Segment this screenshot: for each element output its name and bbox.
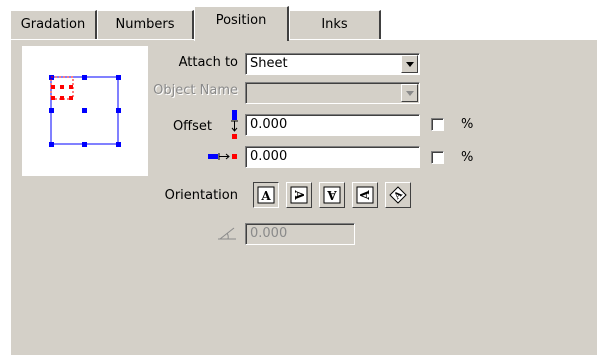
orientation-upside-down-button[interactable]: A [319,182,345,208]
offset-horizontal-percent-checkbox[interactable] [431,151,444,164]
position-preview[interactable] [22,46,148,176]
svg-text:A: A [292,189,306,200]
vertical-offset-icon [231,110,238,139]
tab-label: Numbers [115,17,175,32]
offset-vertical-percent-checkbox[interactable] [431,118,444,131]
orientation-normal-icon: A [257,186,275,204]
offset-label: Offset [172,119,212,134]
orientation-rotate-right-icon: A [290,186,308,204]
tab-numbers[interactable]: Numbers [97,10,194,39]
offset-horizontal-value: 0.000 [250,149,288,164]
chevron-down-icon[interactable] [401,84,418,102]
orientation-rotate-left-button[interactable]: A [352,182,378,208]
object-name-label: Object Name [153,83,238,98]
orientation-rotate-left-icon: A [356,186,374,204]
attachment-diagram [49,75,121,147]
tab-inks[interactable]: Inks [289,10,381,39]
tab-gradation[interactable]: Gradation [10,10,97,39]
angle-value: 0.000 [250,226,288,241]
percent-label: % [461,150,474,165]
object-name-dropdown[interactable] [245,82,420,104]
orientation-custom-angle-icon: A [389,186,407,204]
tab-label: Inks [321,17,348,32]
svg-text:A: A [260,189,271,203]
offset-vertical-value: 0.000 [250,117,288,132]
horizontal-offset-icon [208,153,237,160]
offset-horizontal-input[interactable]: 0.000 [245,146,420,168]
attach-to-value: Sheet [250,56,288,71]
tab-label: Gradation [20,17,86,32]
svg-text:A: A [327,188,338,202]
offset-vertical-input[interactable]: 0.000 [245,114,420,136]
attach-to-dropdown[interactable]: Sheet [245,53,420,75]
orientation-upside-down-icon: A [323,186,341,204]
orientation-label: Orientation [164,188,238,203]
svg-text:A: A [358,190,372,201]
orientation-normal-button[interactable]: A [253,182,279,208]
tab-label: Position [215,13,267,28]
chevron-down-icon[interactable] [401,55,418,73]
angle-icon [218,227,236,240]
attach-to-label: Attach to [178,55,238,70]
orientation-rotate-right-button[interactable]: A [286,182,312,208]
orientation-custom-angle-button[interactable]: A [385,182,411,208]
tab-position[interactable]: Position [194,6,289,41]
angle-input[interactable]: 0.000 [245,223,355,245]
percent-label: % [461,117,474,132]
